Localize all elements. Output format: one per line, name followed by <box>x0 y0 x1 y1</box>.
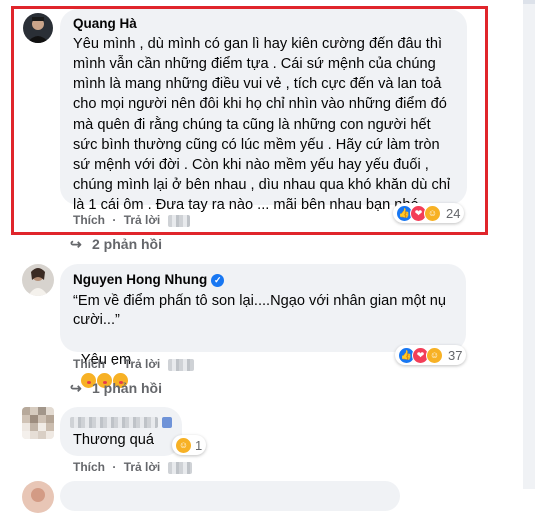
care-icon: ☺ <box>175 436 192 454</box>
comment-actions: Thích · Trả lời <box>73 460 196 474</box>
comment-text-line: Thương quá <box>73 432 155 448</box>
redacted-name <box>161 416 172 428</box>
comment-author[interactable]: Nguyen Hong Nhung ✓ <box>73 272 225 287</box>
page-edge-strip <box>523 0 535 489</box>
dot-separator: · <box>112 357 117 371</box>
reply-button[interactable]: Trả lời <box>124 460 161 474</box>
replies-label: 2 phản hồi <box>92 236 162 252</box>
comment-actions: Thích · Trả lời <box>73 357 198 371</box>
redacted-name <box>70 416 158 428</box>
reply-arrow-icon: ↪ <box>70 236 82 252</box>
comment-text-line: cười...” <box>73 312 120 328</box>
reaction-summary[interactable]: 👍 ❤ ☺ 37 <box>395 345 467 365</box>
reply-arrow-icon: ↪ <box>70 380 82 396</box>
reply-button[interactable]: Trả lời <box>124 357 161 371</box>
view-replies-link[interactable]: ↪ 1 phản hồi <box>70 380 162 397</box>
redacted-timestamp <box>167 358 194 371</box>
author-name: Nguyen Hong Nhung <box>73 272 208 287</box>
avatar-redacted[interactable] <box>22 407 54 439</box>
comment-bubble <box>60 481 400 511</box>
avatar[interactable] <box>22 481 54 513</box>
reaction-count: 1 <box>195 437 203 453</box>
view-replies-link[interactable]: ↪ 2 phản hồi <box>70 236 162 253</box>
avatar[interactable] <box>22 264 54 296</box>
reaction-count: 37 <box>448 347 463 363</box>
comment-author-redacted[interactable] <box>70 414 172 429</box>
comment-text-line: “Em về điểm phấn tô son lại....Ngạo với … <box>73 293 446 309</box>
replies-label: 1 phản hồi <box>92 380 162 396</box>
haha-icon: ☺ <box>426 346 443 364</box>
like-button[interactable]: Thích <box>73 357 105 371</box>
reaction-summary[interactable]: ☺ 1 <box>172 435 207 455</box>
like-button[interactable]: Thích <box>73 460 105 474</box>
verified-badge-icon: ✓ <box>211 273 225 287</box>
redacted-timestamp <box>167 461 192 474</box>
dot-separator: · <box>112 460 117 474</box>
highlight-box <box>11 6 488 235</box>
